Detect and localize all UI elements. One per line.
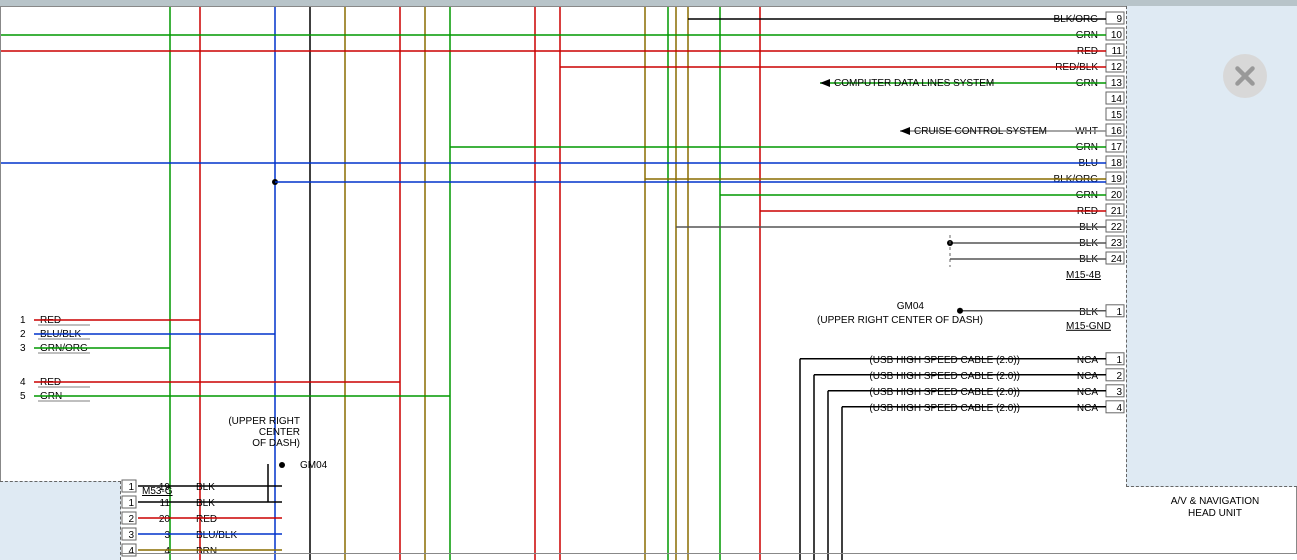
connector-id-label: M53-G xyxy=(142,486,173,497)
wiring-diagram-viewport[interactable]: 9BLK/ORG10AUX GNDGRN11MIC (+)RED12MEMORY… xyxy=(0,0,1297,560)
connector-id-label: M15-GND xyxy=(1066,321,1111,332)
pin-number: 24 xyxy=(1111,254,1123,265)
pin-number: 1 xyxy=(1116,355,1122,366)
frame xyxy=(1,7,1297,554)
connector-title: HEAD UNIT xyxy=(1188,508,1242,519)
pin-number: 5 xyxy=(20,391,26,402)
system-arrow-label: COMPUTER DATA LINES SYSTEM xyxy=(834,78,994,89)
wire-color-label: RED xyxy=(196,514,217,525)
pin-number: 4 xyxy=(128,546,134,557)
cable-label: (USB HIGH SPEED CABLE (2.0)) xyxy=(869,387,1020,398)
wire-color-label: BLU/BLK xyxy=(196,530,237,541)
pin-number: 9 xyxy=(1116,14,1122,25)
close-button[interactable] xyxy=(1223,54,1267,98)
cable-label: (USB HIGH SPEED CABLE (2.0)) xyxy=(869,355,1020,366)
wire-color-label: NCA xyxy=(1077,403,1098,414)
wire-color-label: BLK xyxy=(196,482,215,493)
pin-number: 3 xyxy=(1116,387,1122,398)
location-label: (UPPER RIGHT CENTER OF DASH) xyxy=(817,315,983,326)
wire-color-label: NCA xyxy=(1077,387,1098,398)
pin-number: 21 xyxy=(1111,206,1123,217)
wiring-svg: 9BLK/ORG10AUX GNDGRN11MIC (+)RED12MEMORY… xyxy=(0,6,1297,560)
system-arrow-label: CRUISE CONTROL SYSTEM xyxy=(914,126,1047,137)
pin-number: 2 xyxy=(20,329,26,340)
arrow-icon xyxy=(900,127,910,135)
wire-color-label: BLK xyxy=(1079,307,1098,318)
pin-number: 18 xyxy=(1111,158,1123,169)
pin-number: 3 xyxy=(164,530,170,541)
pin-number: 11 xyxy=(160,498,171,509)
gm-label: GM04 xyxy=(300,460,328,471)
left-connector-panel xyxy=(0,481,121,560)
close-icon xyxy=(1232,63,1258,89)
pin-number: 3 xyxy=(20,343,26,354)
pin-number: 20 xyxy=(1111,190,1123,201)
pin-number: 10 xyxy=(1111,30,1123,41)
pin-number: 3 xyxy=(128,530,134,541)
pin-number: 4 xyxy=(164,546,170,557)
pin-number: 1 xyxy=(128,498,134,509)
location-label: (UPPER RIGHT xyxy=(228,416,300,427)
pin-number: 17 xyxy=(1111,142,1123,153)
pin-number: 4 xyxy=(1116,403,1122,414)
ground-node-icon xyxy=(279,462,285,468)
cable-label: (USB HIGH SPEED CABLE (2.0)) xyxy=(869,371,1020,382)
pin-number: 13 xyxy=(1111,78,1123,89)
pin-number: 20 xyxy=(159,514,171,525)
pin-number: 1 xyxy=(1116,307,1122,318)
gm-label: GM04 xyxy=(897,301,925,312)
pin-number: 15 xyxy=(1111,110,1123,121)
pin-number: 2 xyxy=(128,514,134,525)
location-label: CENTER xyxy=(259,427,300,438)
pin-number: 22 xyxy=(1111,222,1123,233)
wire-color-label: BRN xyxy=(196,546,217,557)
pin-number: 2 xyxy=(1116,371,1122,382)
pin-number: 19 xyxy=(1111,174,1123,185)
pin-number: 16 xyxy=(1111,126,1123,137)
arrow-icon xyxy=(820,79,830,87)
cable-label: (USB HIGH SPEED CABLE (2.0)) xyxy=(869,403,1020,414)
pin-number: 14 xyxy=(1111,94,1123,105)
pin-number: 23 xyxy=(1111,238,1123,249)
wire-color-label: BLK xyxy=(196,498,215,509)
pin-number: 11 xyxy=(1112,46,1123,57)
connector-id-label: M15-4B xyxy=(1066,270,1101,281)
pin-number: 1 xyxy=(20,315,26,326)
wire-color-label: NCA xyxy=(1077,371,1098,382)
pin-number: 12 xyxy=(1111,62,1123,73)
right-connector-panel xyxy=(1126,6,1297,487)
connector-title: A/V & NAVIGATION xyxy=(1171,496,1260,507)
ground-node-icon xyxy=(957,308,963,314)
location-label: OF DASH) xyxy=(252,438,300,449)
pin-number: 4 xyxy=(20,377,26,388)
wire-color-label: NCA xyxy=(1077,355,1098,366)
pin-number: 1 xyxy=(128,482,134,493)
